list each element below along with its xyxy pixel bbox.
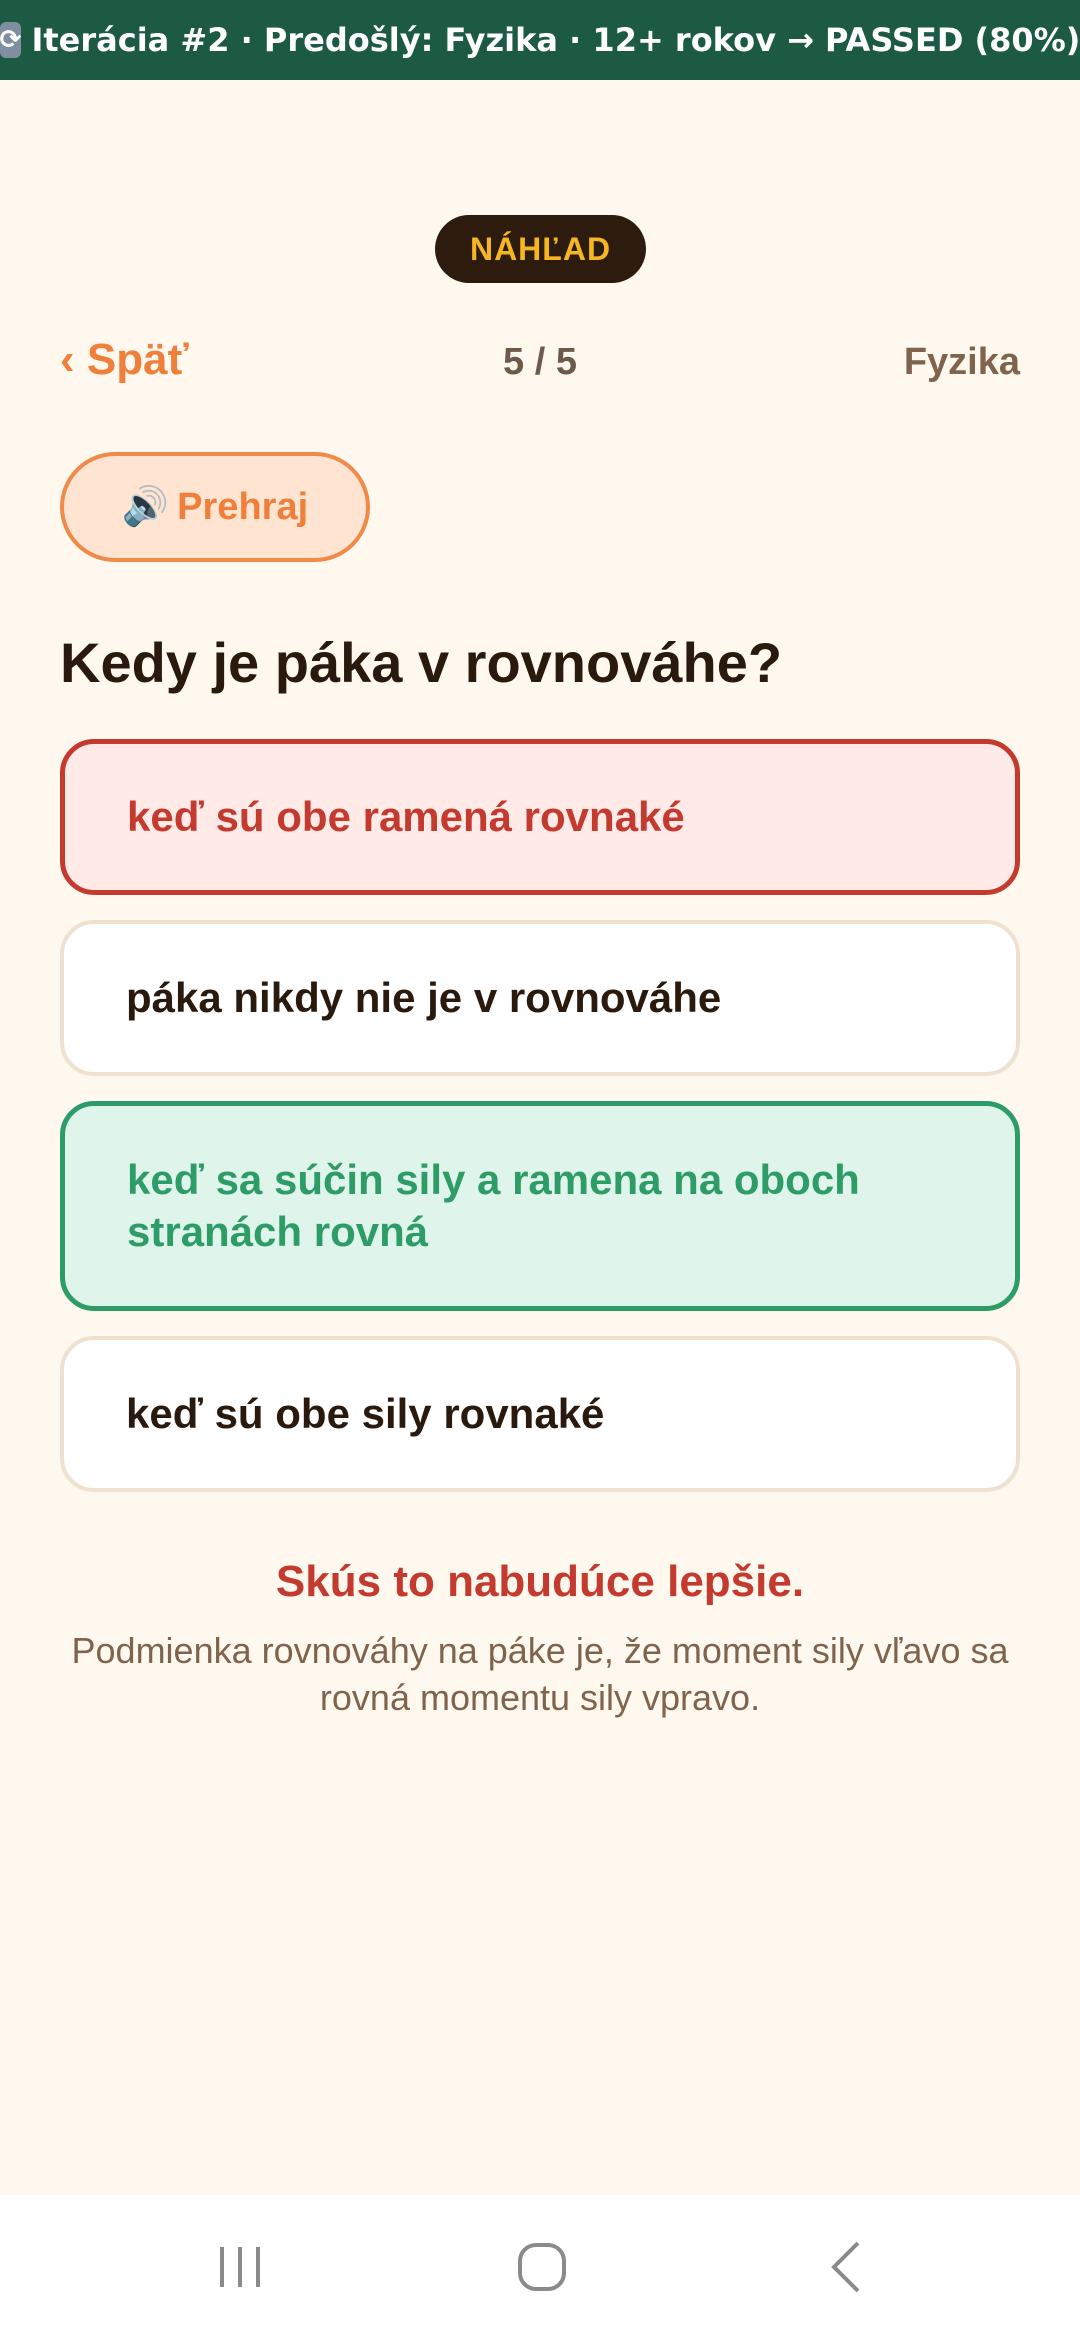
home-icon [518, 2243, 566, 2291]
subject-label: Fyzika [903, 341, 1020, 383]
answer-option-text: keď sú obe sily rovnaké [126, 1389, 605, 1437]
recents-button[interactable] [180, 2195, 300, 2340]
iteration-banner: ⟳ Iterácia #2 · Predošlý: Fyzika · 12+ r… [0, 0, 1080, 80]
answer-option-text: páka nikdy nie je v rovnováhe [126, 973, 722, 1021]
play-button-label: Prehraj [177, 485, 309, 528]
feedback-explanation: Podmienka rovnováhy na páke je, že momen… [71, 1630, 1009, 1718]
quiz-nav: ‹ Späť 5 / 5 Fyzika [60, 335, 1020, 391]
feedback-title: Skús to nabudúce lepšie. [275, 1557, 805, 1606]
answer-option-text: keď sú obe ramená rovnaké [127, 792, 685, 840]
answer-option-3[interactable]: keď sa súčin sily a ramena na oboch stra… [60, 1101, 1020, 1311]
back-chevron-icon [831, 2241, 860, 2293]
speaker-icon: 🔊 [121, 486, 170, 528]
system-back-button[interactable] [786, 2195, 906, 2340]
question-text: Kedy je páka v rovnováhe? [60, 631, 783, 694]
quiz-screen: ⟳ Iterácia #2 · Predošlý: Fyzika · 12+ r… [0, 0, 1080, 2340]
recents-icon [220, 2247, 260, 2287]
play-audio-button[interactable]: 🔊 Prehraj [60, 452, 370, 562]
answer-option-text: keď sa súčin sily a ramena na oboch stra… [127, 1155, 860, 1256]
answer-option-4[interactable]: keď sú obe sily rovnaké [60, 1336, 1020, 1492]
question-progress: 5 / 5 [503, 341, 577, 383]
banner-text: Iterácia #2 · Predošlý: Fyzika · 12+ rok… [31, 21, 1080, 59]
answer-option-1[interactable]: keď sú obe ramená rovnaké [60, 739, 1020, 895]
preview-badge: NÁHĽAD [435, 215, 646, 283]
home-button[interactable] [482, 2195, 602, 2340]
answer-option-2[interactable]: páka nikdy nie je v rovnováhe [60, 920, 1020, 1076]
system-nav-bar [0, 2195, 1080, 2340]
refresh-icon: ⟳ [0, 22, 22, 58]
